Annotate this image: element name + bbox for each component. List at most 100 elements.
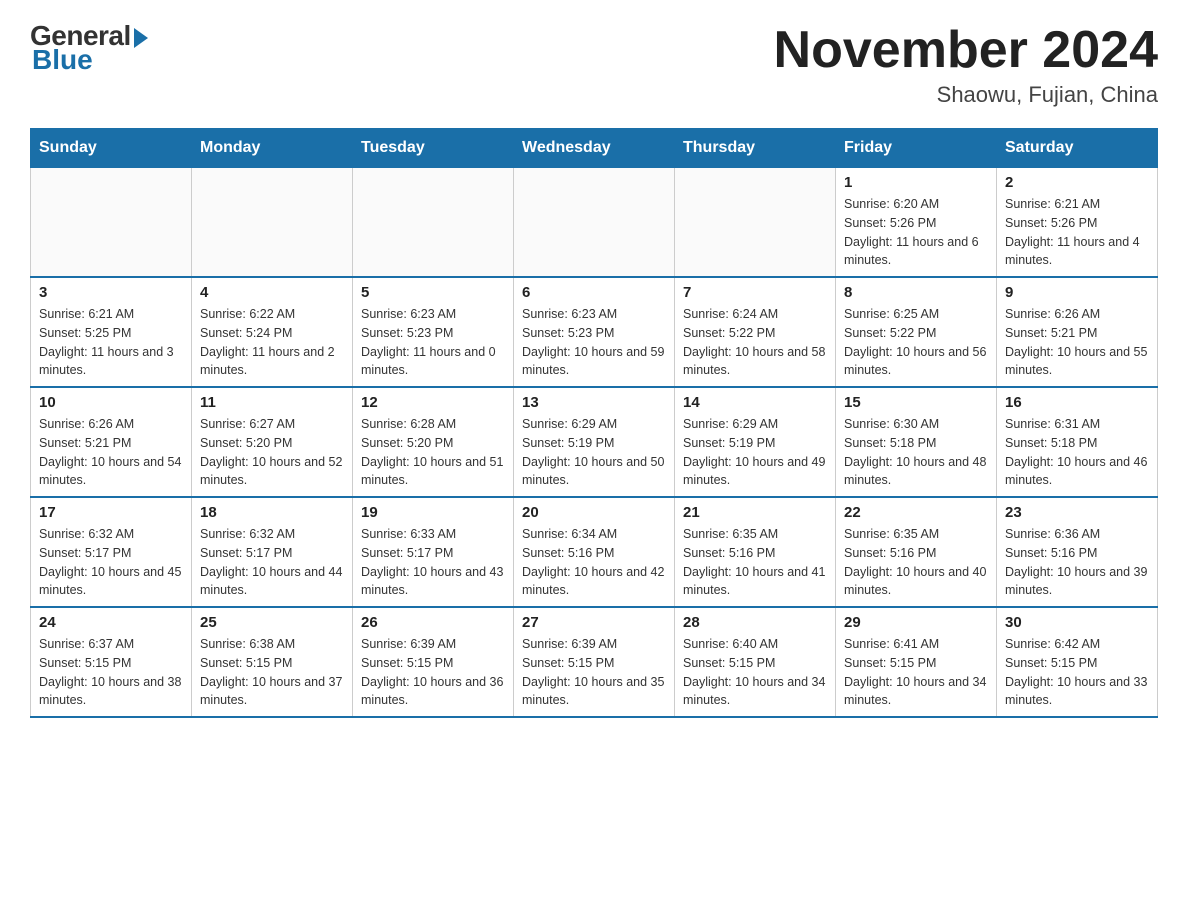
day-number: 15: [844, 394, 988, 411]
calendar-cell: 23 Sunrise: 6:36 AMSunset: 5:16 PMDayligh…: [997, 497, 1158, 607]
day-info: Sunrise: 6:25 AMSunset: 5:22 PMDaylight:…: [844, 305, 988, 380]
week-row-1: 1 Sunrise: 6:20 AMSunset: 5:26 PMDaylight…: [31, 168, 1158, 278]
calendar-cell: 3Sunrise: 6:21 AMSunset: 5:25 PMDaylight…: [31, 277, 192, 387]
day-number: 6: [522, 284, 666, 301]
calendar-cell: 15 Sunrise: 6:30 AMSunset: 5:18 PMDayligh…: [836, 387, 997, 497]
day-number: 16: [1005, 394, 1149, 411]
calendar-table: SundayMondayTuesdayWednesdayThursdayFrid…: [30, 128, 1158, 718]
calendar-cell: 12 Sunrise: 6:28 AMSunset: 5:20 PMDayligh…: [353, 387, 514, 497]
day-number: 29: [844, 614, 988, 631]
day-info: Sunrise: 6:37 AMSunset: 5:15 PMDaylight:…: [39, 635, 183, 710]
logo: General Blue: [30, 20, 148, 76]
day-info: Sunrise: 6:31 AMSunset: 5:18 PMDaylight:…: [1005, 415, 1149, 490]
day-info: Sunrise: 6:35 AMSunset: 5:16 PMDaylight:…: [844, 525, 988, 600]
day-info: Sunrise: 6:32 AMSunset: 5:17 PMDaylight:…: [200, 525, 344, 600]
day-number: 12: [361, 394, 505, 411]
calendar-header: SundayMondayTuesdayWednesdayThursdayFrid…: [31, 129, 1158, 168]
day-number: 24: [39, 614, 183, 631]
day-header-tuesday: Tuesday: [353, 129, 514, 168]
days-header-row: SundayMondayTuesdayWednesdayThursdayFrid…: [31, 129, 1158, 168]
calendar-cell: 13 Sunrise: 6:29 AMSunset: 5:19 PMDayligh…: [514, 387, 675, 497]
logo-blue-text: Blue: [32, 44, 93, 76]
day-number: 20: [522, 504, 666, 521]
day-info: Sunrise: 6:39 AMSunset: 5:15 PMDaylight:…: [522, 635, 666, 710]
day-number: 26: [361, 614, 505, 631]
logo-arrow-icon: [134, 28, 148, 48]
day-number: 27: [522, 614, 666, 631]
day-info: Sunrise: 6:35 AMSunset: 5:16 PMDaylight:…: [683, 525, 827, 600]
day-info: Sunrise: 6:33 AMSunset: 5:17 PMDaylight:…: [361, 525, 505, 600]
day-header-sunday: Sunday: [31, 129, 192, 168]
page-header: General Blue November 2024 Shaowu, Fujia…: [30, 20, 1158, 108]
calendar-cell: 10 Sunrise: 6:26 AMSunset: 5:21 PMDayligh…: [31, 387, 192, 497]
day-info: Sunrise: 6:26 AMSunset: 5:21 PMDaylight:…: [39, 415, 183, 490]
calendar-cell: 4 Sunrise: 6:22 AMSunset: 5:24 PMDaylight…: [192, 277, 353, 387]
day-info: Sunrise: 6:32 AMSunset: 5:17 PMDaylight:…: [39, 525, 183, 600]
week-row-4: 17Sunrise: 6:32 AMSunset: 5:17 PMDayligh…: [31, 497, 1158, 607]
calendar-cell: 18 Sunrise: 6:32 AMSunset: 5:17 PMDayligh…: [192, 497, 353, 607]
week-row-5: 24 Sunrise: 6:37 AMSunset: 5:15 PMDayligh…: [31, 607, 1158, 717]
day-info: Sunrise: 6:22 AMSunset: 5:24 PMDaylight:…: [200, 305, 344, 380]
day-info: Sunrise: 6:41 AMSunset: 5:15 PMDaylight:…: [844, 635, 988, 710]
calendar-cell: 29 Sunrise: 6:41 AMSunset: 5:15 PMDayligh…: [836, 607, 997, 717]
day-info: Sunrise: 6:20 AMSunset: 5:26 PMDaylight:…: [844, 195, 988, 270]
day-info: Sunrise: 6:34 AMSunset: 5:16 PMDaylight:…: [522, 525, 666, 600]
day-info: Sunrise: 6:30 AMSunset: 5:18 PMDaylight:…: [844, 415, 988, 490]
calendar-cell: 9Sunrise: 6:26 AMSunset: 5:21 PMDaylight…: [997, 277, 1158, 387]
day-info: Sunrise: 6:28 AMSunset: 5:20 PMDaylight:…: [361, 415, 505, 490]
day-header-monday: Monday: [192, 129, 353, 168]
calendar-cell: 22 Sunrise: 6:35 AMSunset: 5:16 PMDayligh…: [836, 497, 997, 607]
day-number: 2: [1005, 174, 1149, 191]
day-number: 3: [39, 284, 183, 301]
calendar-cell: 20 Sunrise: 6:34 AMSunset: 5:16 PMDayligh…: [514, 497, 675, 607]
day-number: 23: [1005, 504, 1149, 521]
day-info: Sunrise: 6:38 AMSunset: 5:15 PMDaylight:…: [200, 635, 344, 710]
day-number: 4: [200, 284, 344, 301]
day-header-thursday: Thursday: [675, 129, 836, 168]
calendar-cell: [514, 168, 675, 278]
calendar-cell: 1 Sunrise: 6:20 AMSunset: 5:26 PMDaylight…: [836, 168, 997, 278]
day-number: 7: [683, 284, 827, 301]
day-number: 10: [39, 394, 183, 411]
day-header-wednesday: Wednesday: [514, 129, 675, 168]
calendar-cell: 19 Sunrise: 6:33 AMSunset: 5:17 PMDayligh…: [353, 497, 514, 607]
day-number: 14: [683, 394, 827, 411]
calendar-cell: 17Sunrise: 6:32 AMSunset: 5:17 PMDayligh…: [31, 497, 192, 607]
day-info: Sunrise: 6:29 AMSunset: 5:19 PMDaylight:…: [683, 415, 827, 490]
calendar-cell: 7 Sunrise: 6:24 AMSunset: 5:22 PMDaylight…: [675, 277, 836, 387]
day-header-friday: Friday: [836, 129, 997, 168]
day-info: Sunrise: 6:29 AMSunset: 5:19 PMDaylight:…: [522, 415, 666, 490]
day-number: 28: [683, 614, 827, 631]
calendar-cell: [31, 168, 192, 278]
day-number: 19: [361, 504, 505, 521]
title-section: November 2024 Shaowu, Fujian, China: [774, 20, 1158, 108]
location-text: Shaowu, Fujian, China: [774, 82, 1158, 108]
day-info: Sunrise: 6:36 AMSunset: 5:16 PMDaylight:…: [1005, 525, 1149, 600]
day-number: 5: [361, 284, 505, 301]
day-number: 13: [522, 394, 666, 411]
calendar-cell: 25 Sunrise: 6:38 AMSunset: 5:15 PMDayligh…: [192, 607, 353, 717]
day-number: 18: [200, 504, 344, 521]
day-number: 25: [200, 614, 344, 631]
calendar-cell: 27 Sunrise: 6:39 AMSunset: 5:15 PMDayligh…: [514, 607, 675, 717]
day-info: Sunrise: 6:24 AMSunset: 5:22 PMDaylight:…: [683, 305, 827, 380]
calendar-cell: 30Sunrise: 6:42 AMSunset: 5:15 PMDayligh…: [997, 607, 1158, 717]
calendar-cell: 6Sunrise: 6:23 AMSunset: 5:23 PMDaylight…: [514, 277, 675, 387]
day-info: Sunrise: 6:27 AMSunset: 5:20 PMDaylight:…: [200, 415, 344, 490]
day-header-saturday: Saturday: [997, 129, 1158, 168]
day-number: 1: [844, 174, 988, 191]
day-number: 30: [1005, 614, 1149, 631]
day-number: 21: [683, 504, 827, 521]
day-number: 22: [844, 504, 988, 521]
day-info: Sunrise: 6:21 AMSunset: 5:26 PMDaylight:…: [1005, 195, 1149, 270]
day-number: 11: [200, 394, 344, 411]
calendar-body: 1 Sunrise: 6:20 AMSunset: 5:26 PMDaylight…: [31, 168, 1158, 718]
month-title: November 2024: [774, 20, 1158, 80]
calendar-cell: 14 Sunrise: 6:29 AMSunset: 5:19 PMDayligh…: [675, 387, 836, 497]
day-info: Sunrise: 6:23 AMSunset: 5:23 PMDaylight:…: [361, 305, 505, 380]
day-number: 9: [1005, 284, 1149, 301]
calendar-cell: 28Sunrise: 6:40 AMSunset: 5:15 PMDayligh…: [675, 607, 836, 717]
calendar-cell: 2 Sunrise: 6:21 AMSunset: 5:26 PMDaylight…: [997, 168, 1158, 278]
calendar-cell: [353, 168, 514, 278]
calendar-cell: 16 Sunrise: 6:31 AMSunset: 5:18 PMDayligh…: [997, 387, 1158, 497]
